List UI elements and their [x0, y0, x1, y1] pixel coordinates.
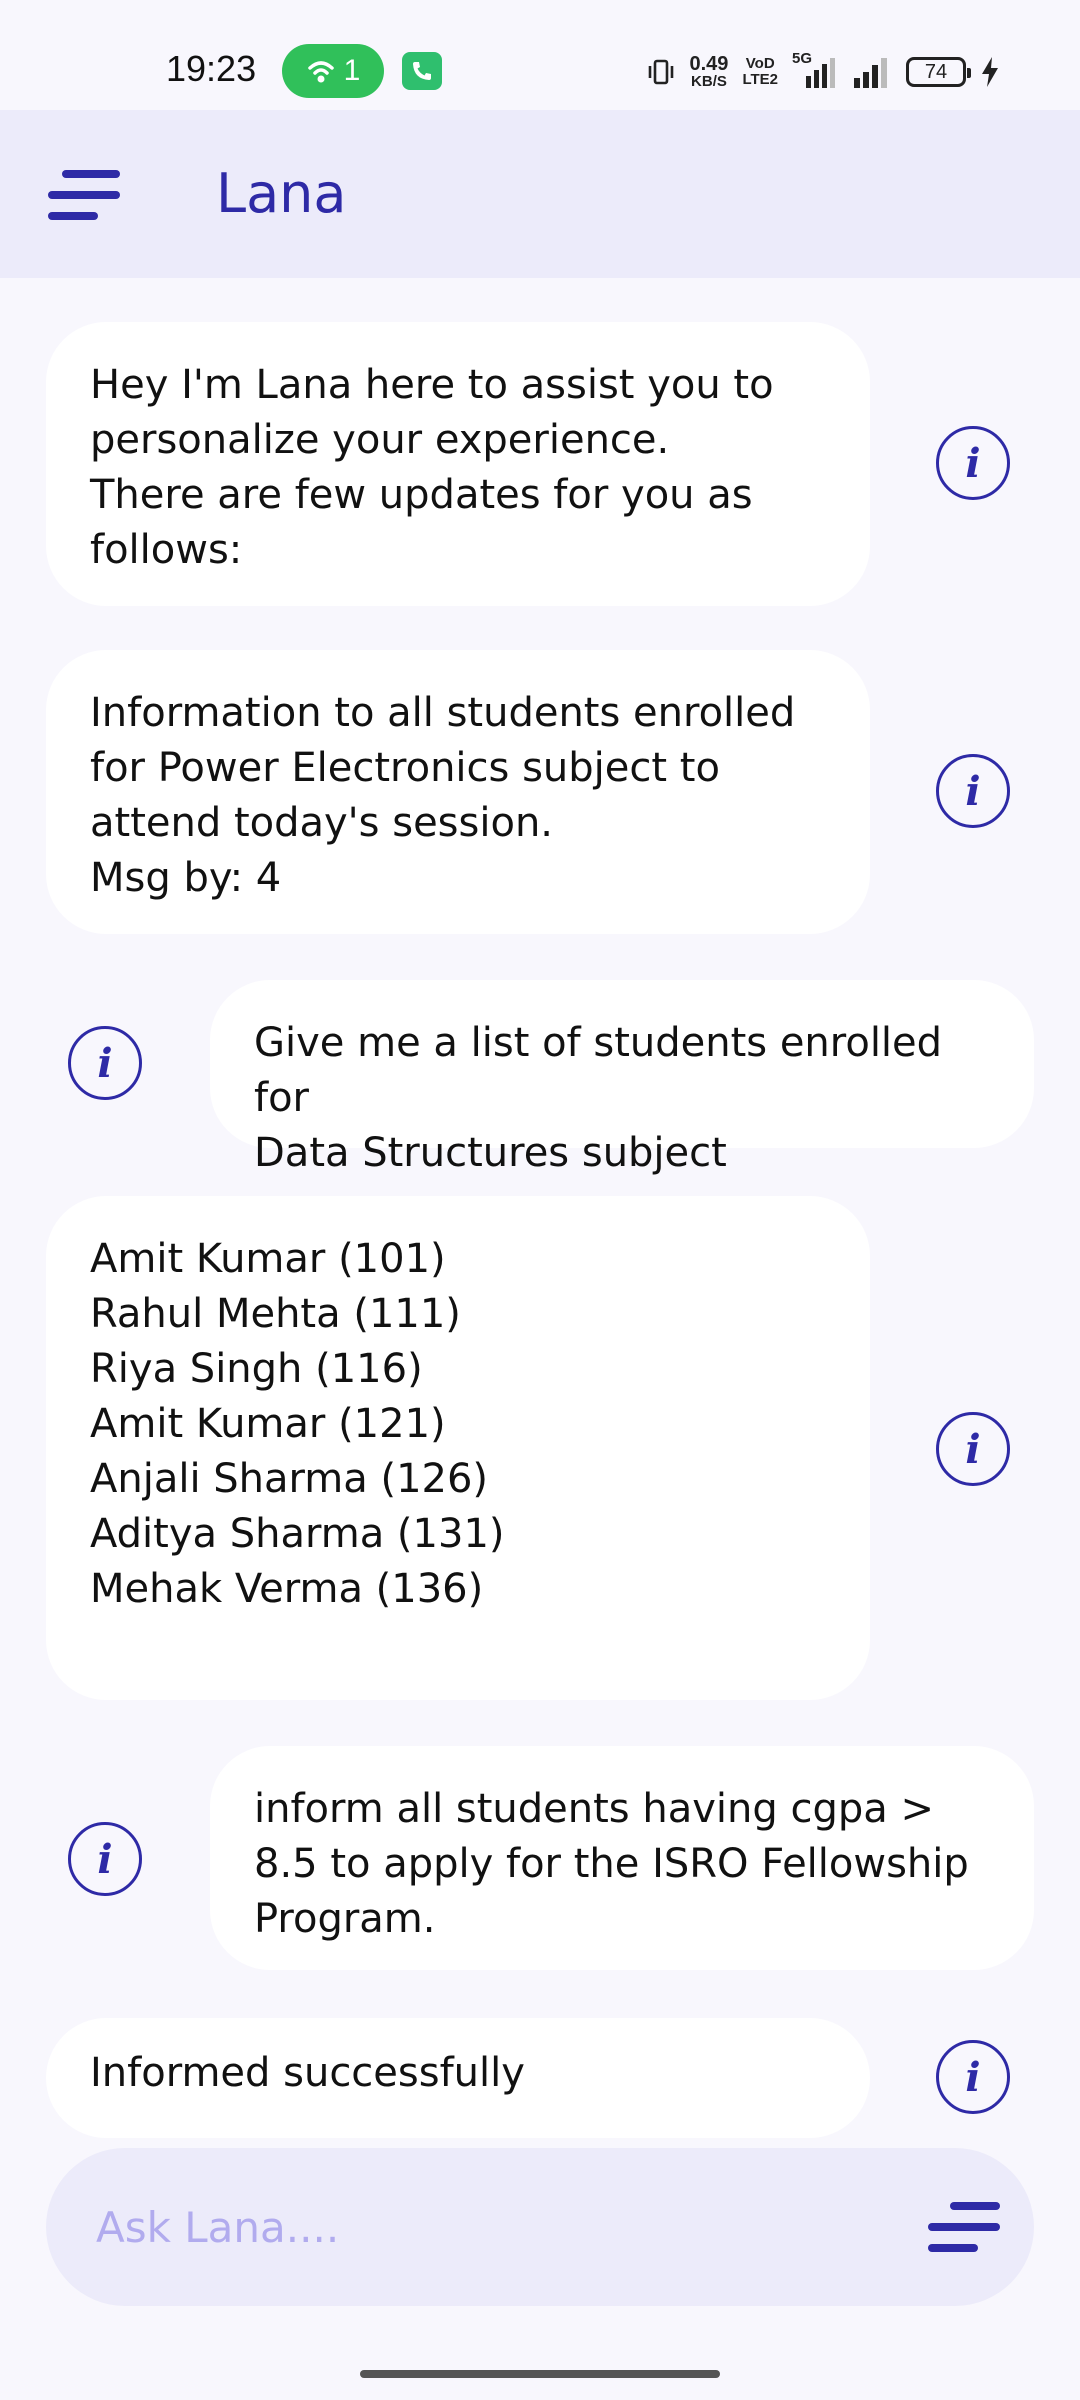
info-icon[interactable]: i	[936, 1412, 1010, 1486]
bot-message: Information to all students enrolled for…	[46, 650, 870, 934]
info-icon[interactable]: i	[936, 426, 1010, 500]
net-type-label: 5G	[792, 50, 813, 67]
hotspot-count: 1	[343, 54, 361, 87]
info-icon[interactable]: i	[68, 1026, 142, 1100]
user-message: Give me a list of students enrolled for …	[210, 980, 1034, 1176]
app-title: Lana	[216, 162, 347, 225]
info-icon[interactable]: i	[68, 1822, 142, 1896]
net-speed: 0.49 KB/S	[689, 53, 729, 90]
app-bar: Lana	[0, 110, 1080, 278]
battery-indicator: 74	[906, 57, 971, 87]
status-time: 19:23	[166, 48, 257, 89]
menu-icon	[48, 170, 120, 220]
chat-input-bar	[46, 2148, 1034, 2306]
system-indicators: 0.49 KB/S VoD LTE2 5G 74	[646, 50, 1001, 94]
bot-message: Hey I'm Lana here to assist you to perso…	[46, 322, 870, 606]
call-indicator	[402, 52, 442, 90]
status-bar: 19:23 1 0.49 KB/S VoD LTE2 5G 74	[0, 0, 1080, 110]
hotspot-indicator: 1	[282, 44, 384, 98]
vibrate-icon	[648, 59, 673, 85]
ask-lana-input[interactable]	[96, 2188, 896, 2266]
user-message: inform all students having cgpa > 8.5 to…	[210, 1746, 1034, 1970]
phone-icon	[413, 62, 431, 80]
bot-message: Amit Kumar (101) Rahul Mehta (111) Riya …	[46, 1196, 870, 1700]
menu-button[interactable]	[46, 168, 122, 222]
volte-indicator: VoD LTE2	[742, 55, 778, 88]
signal-icon-sim2	[854, 58, 887, 88]
bot-message: Informed successfully	[46, 2018, 870, 2138]
send-lines-icon	[928, 2202, 1000, 2252]
send-button[interactable]	[926, 2198, 1002, 2256]
hotspot-icon	[307, 61, 334, 83]
info-icon[interactable]: i	[936, 2040, 1010, 2114]
signal-5g: 5G	[792, 50, 838, 90]
charging-icon	[982, 57, 998, 87]
info-icon[interactable]: i	[936, 754, 1010, 828]
home-indicator[interactable]	[360, 2370, 720, 2378]
